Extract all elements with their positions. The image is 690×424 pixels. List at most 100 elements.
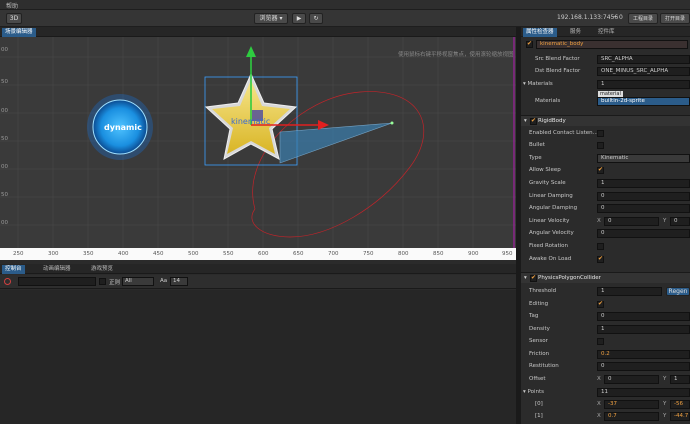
type-select[interactable]: Kinematic	[597, 154, 690, 163]
collider-title: PhysicsPolygonCollider	[538, 275, 601, 281]
tab-inspector[interactable]: 属性检查器	[523, 28, 557, 37]
gravity-scale-input[interactable]: 1	[597, 179, 690, 188]
font-size-icon: Aa	[160, 278, 168, 284]
inspector-body: kinematic_body Src Blend Factor SRC_ALPHA…	[521, 38, 690, 424]
threshold-input[interactable]: 1	[597, 287, 662, 296]
point-1-x[interactable]: 0.7	[604, 412, 659, 421]
offset-x[interactable]: 0	[604, 375, 659, 384]
device-select[interactable]: 浏览器 ▾	[254, 13, 288, 24]
inspector-header: 属性检查器 服务 控件库	[521, 27, 690, 37]
type-label: Type	[529, 155, 542, 161]
angular-velocity-input[interactable]: 0	[597, 229, 690, 238]
x-axis-label: X	[597, 218, 601, 224]
dynamic-label: dynamic	[104, 123, 142, 132]
console-toolbar: 正则 All Aa 14	[0, 275, 516, 289]
y-axis-label: Y	[663, 401, 667, 407]
clear-icon[interactable]	[4, 278, 11, 285]
materials-sub-label: Materials	[535, 98, 561, 104]
contact-listener-checkbox[interactable]	[597, 130, 604, 137]
x-ruler: 250 300 350 400 450 500 550 600 650 700 …	[0, 248, 516, 260]
gravity-scale-label: Gravity Scale	[529, 180, 566, 186]
x-axis-label: X	[597, 401, 601, 407]
regex-label: 正则	[109, 280, 121, 286]
console-search-input[interactable]	[18, 277, 96, 286]
tab-game-preview[interactable]: 游戏预览	[88, 265, 116, 274]
linear-velocity-x[interactable]: 0	[604, 217, 659, 226]
node-active-checkbox[interactable]	[526, 40, 533, 48]
tag-label: Tag	[529, 313, 539, 319]
rigidbody-title: RigidBody	[538, 118, 566, 124]
point-0-label: [0]	[535, 401, 543, 407]
y-axis-label: Y	[663, 376, 667, 382]
node-name-input[interactable]: kinematic_body	[536, 40, 688, 49]
angular-damping-label: Angular Damping	[529, 205, 578, 211]
restitution-input[interactable]: 0	[597, 362, 690, 371]
awake-on-load-label: Awake On Load	[529, 256, 572, 262]
linear-damping-input[interactable]: 0	[597, 192, 690, 201]
font-size-select[interactable]: 14	[170, 277, 188, 286]
tag-input[interactable]: 0	[597, 312, 690, 321]
points-label[interactable]: ▾ Points	[523, 389, 544, 395]
chevron-down-icon: ▾	[524, 118, 527, 124]
fixed-rotation-checkbox[interactable]	[597, 243, 604, 250]
regex-checkbox[interactable]	[99, 278, 106, 285]
menu-item-help[interactable]: 帮助	[6, 1, 18, 10]
linear-velocity-y[interactable]: 0	[670, 217, 690, 226]
materials-label[interactable]: ▾ Materials	[523, 81, 553, 87]
linear-damping-label: Linear Damping	[529, 193, 573, 199]
tab-console[interactable]: 控制台	[2, 265, 25, 274]
src-blend-select[interactable]: SRC_ALPHA	[597, 55, 690, 64]
scene-view[interactable]: dynamic kinematic 使用鼠标右键平移视窗焦点，使用滚轮缩放视图 …	[0, 37, 516, 259]
dst-blend-select[interactable]: ONE_MINUS_SRC_ALPHA	[597, 67, 690, 76]
open-folder-button[interactable]: 打开目录	[660, 13, 690, 24]
angular-velocity-label: Angular Velocity	[529, 230, 574, 236]
tab-animation-editor[interactable]: 动画编辑器	[40, 265, 74, 274]
x-axis-label: X	[597, 413, 601, 419]
y-axis-label: Y	[663, 413, 667, 419]
polygon-collider-section[interactable]: ▾ PhysicsPolygonCollider	[521, 272, 690, 283]
fixed-rotation-label: Fixed Rotation	[529, 243, 569, 249]
scene-canvas	[0, 37, 516, 259]
tab-scene-editor[interactable]: 场景编辑器	[2, 28, 36, 37]
allow-sleep-checkbox[interactable]	[597, 166, 604, 174]
sensor-label: Sensor	[529, 338, 548, 344]
point-0-y[interactable]: -56	[670, 400, 690, 409]
chevron-down-icon: ▾	[524, 275, 527, 281]
console-panel-header: 控制台 动画编辑器 游戏预览	[0, 264, 516, 274]
point-0-x[interactable]: -37	[604, 400, 659, 409]
angular-damping-input[interactable]: 0	[597, 204, 690, 213]
editing-checkbox[interactable]	[597, 300, 604, 308]
bullet-label: Bullet	[529, 142, 545, 148]
project-folder-button[interactable]: 工程目录	[628, 13, 658, 24]
toggle-3d-button[interactable]: 3D	[6, 13, 22, 24]
offset-y[interactable]: 1	[670, 375, 690, 384]
materials-count[interactable]: 1	[597, 80, 690, 89]
material-field[interactable]: builtin-2d-sprite	[597, 97, 690, 106]
play-button[interactable]: ▶	[292, 13, 306, 24]
refresh-button[interactable]: ↻	[309, 13, 323, 24]
point-1-label: [1]	[535, 413, 543, 419]
contact-listener-label: Enabled Contact Listen...	[529, 130, 598, 136]
density-label: Density	[529, 326, 550, 332]
awake-on-load-checkbox[interactable]	[597, 255, 604, 263]
kinematic-label: kinematic	[231, 117, 271, 126]
friction-input[interactable]: 0.2	[597, 350, 690, 359]
menu-bar: 帮助	[0, 0, 690, 10]
regenerate-points-button[interactable]: Regen	[666, 287, 690, 296]
friction-label: Friction	[529, 351, 550, 357]
bullet-checkbox[interactable]	[597, 142, 604, 149]
sensor-checkbox[interactable]	[597, 338, 604, 345]
editing-label: Editing	[529, 301, 549, 307]
rigidbody-enabled-checkbox[interactable]	[530, 117, 537, 125]
log-level-select[interactable]: All	[122, 277, 154, 286]
linear-velocity-label: Linear Velocity	[529, 218, 570, 224]
points-count[interactable]: 11	[597, 388, 690, 397]
tab-widgets[interactable]: 控件库	[595, 28, 618, 37]
collider-enabled-checkbox[interactable]	[530, 274, 537, 282]
density-input[interactable]: 1	[597, 325, 690, 334]
x-axis-label: X	[597, 376, 601, 382]
point-1-y[interactable]: -44.7	[670, 412, 690, 421]
tab-services[interactable]: 服务	[567, 28, 584, 37]
dst-blend-label: Dst Blend Factor	[535, 68, 581, 74]
rigidbody-section[interactable]: ▾ RigidBody	[521, 115, 690, 126]
